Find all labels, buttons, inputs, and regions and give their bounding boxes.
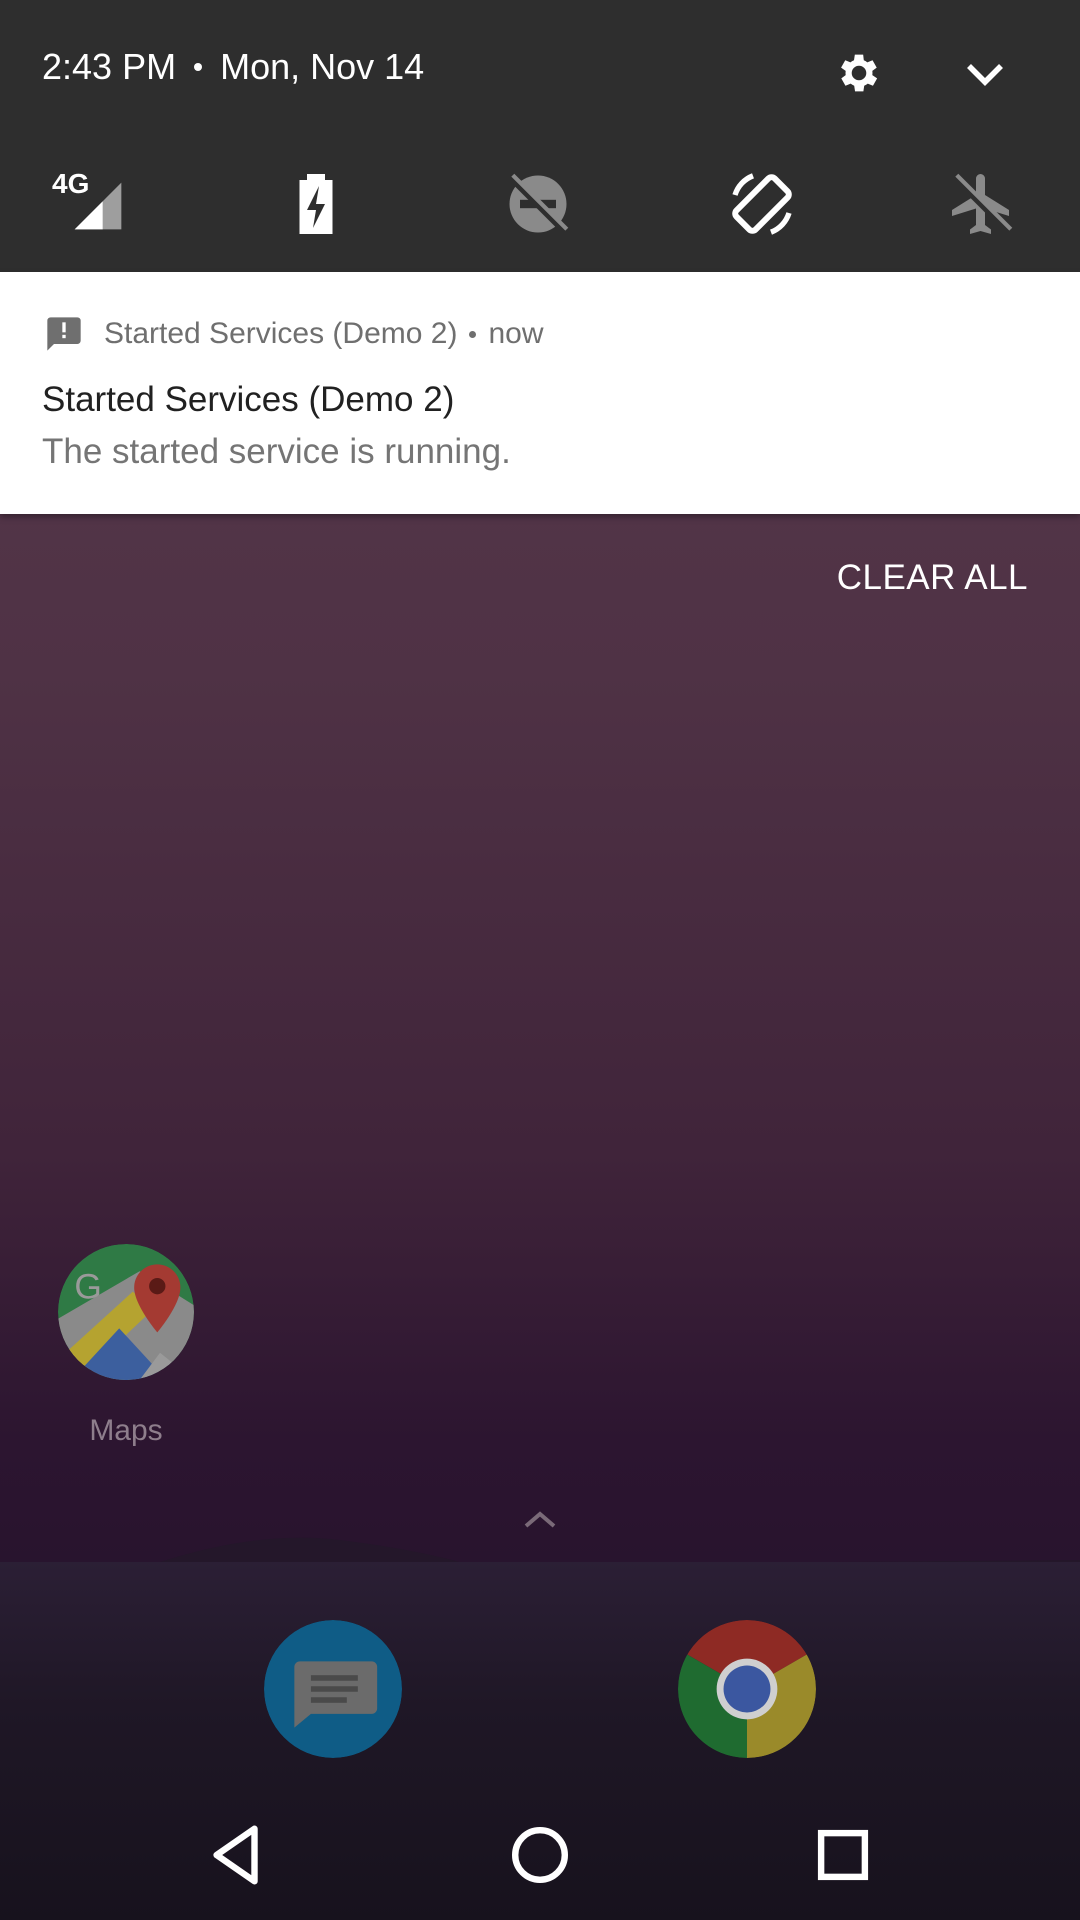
dnd-off-icon[interactable] [502, 168, 574, 240]
clock-time: 2:43 PM [42, 46, 177, 87]
svg-text:G: G [74, 1267, 102, 1306]
recents-icon[interactable] [808, 1820, 878, 1890]
messages-icon[interactable] [264, 1620, 402, 1758]
back-icon[interactable] [202, 1820, 272, 1890]
battery-charging-icon[interactable] [280, 168, 352, 240]
separator-dot [469, 330, 477, 338]
notification-time: now [488, 317, 544, 350]
chrome-icon[interactable] [678, 1620, 816, 1758]
notification-header: Started Services (Demo 2) now [44, 314, 544, 354]
google-maps-icon[interactable]: G [58, 1244, 194, 1380]
clear-all-button[interactable]: CLEAR ALL [837, 558, 1028, 598]
datetime: 2:43 PM Mon, Nov 14 [42, 46, 424, 88]
expand-chevron-icon[interactable] [960, 56, 1010, 96]
alert-message-icon [47, 317, 81, 351]
date-label: Mon, Nov 14 [220, 46, 425, 87]
quick-settings-panel: 2:43 PM Mon, Nov 14 4G [0, 0, 1080, 272]
rotate-icon[interactable] [726, 168, 798, 240]
signal-4g-icon[interactable]: 4G [50, 168, 122, 240]
settings-gear-icon[interactable] [834, 48, 884, 98]
home-icon[interactable] [505, 1820, 575, 1890]
separator-dot [194, 63, 203, 71]
notification-card[interactable]: Started Services (Demo 2) now Started Se… [0, 272, 1080, 514]
airplane-off-icon[interactable] [946, 168, 1018, 240]
notification-text: The started service is running. [42, 432, 511, 471]
app-label-maps: Maps [89, 1414, 163, 1447]
notification-title: Started Services (Demo 2) [42, 380, 455, 419]
navigation-bar [0, 1790, 1080, 1920]
notification-app-name: Started Services (Demo 2) [104, 317, 458, 350]
app-drawer-arrow-icon[interactable] [520, 1508, 560, 1532]
